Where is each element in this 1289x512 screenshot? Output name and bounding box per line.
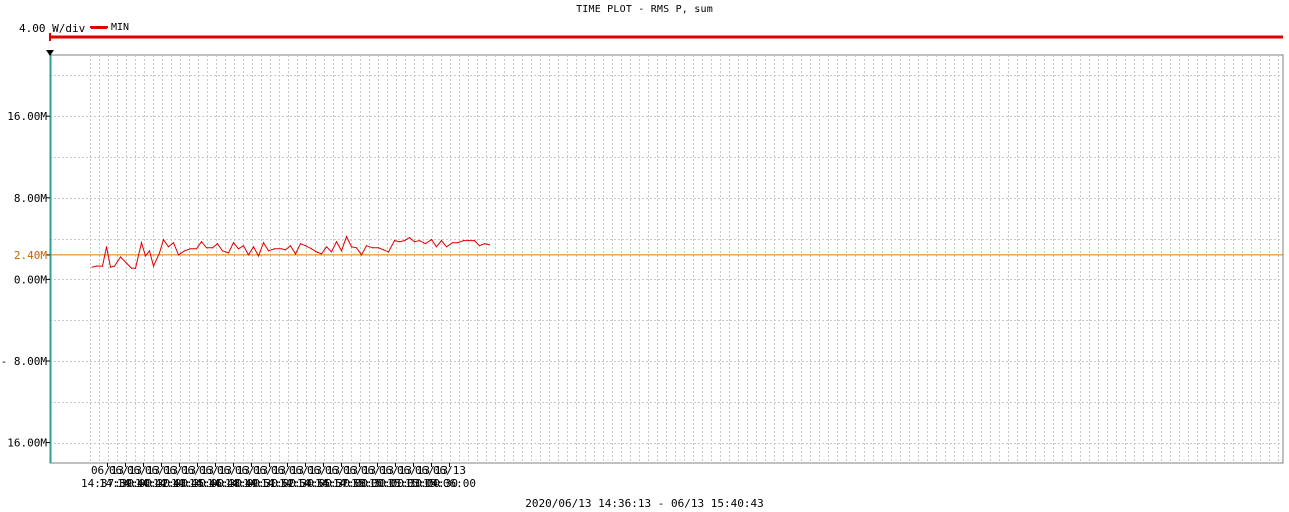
series-point	[216, 243, 219, 245]
series-point	[430, 239, 433, 241]
series-point	[445, 246, 448, 248]
series-point	[304, 245, 307, 247]
series-point	[130, 267, 133, 269]
series-point	[280, 248, 283, 250]
series-point	[365, 245, 368, 247]
series-point	[284, 249, 287, 251]
series-point	[377, 247, 380, 249]
series-point	[152, 265, 155, 267]
series-point	[167, 246, 170, 248]
series-point	[91, 266, 93, 268]
series-point	[340, 250, 343, 252]
series-point	[262, 242, 265, 244]
series-point	[294, 253, 297, 255]
series-point	[109, 266, 112, 268]
series-point	[488, 244, 491, 246]
series-line-min	[91, 235, 490, 269]
series-point	[101, 265, 104, 267]
series-point	[462, 240, 465, 242]
series-point	[299, 243, 302, 245]
series-point	[355, 247, 358, 249]
series-point	[403, 240, 406, 242]
series-point	[335, 241, 338, 243]
series-point	[148, 250, 151, 252]
series-point	[119, 256, 122, 258]
series-point	[237, 248, 240, 250]
series-point	[267, 250, 270, 252]
series-point	[221, 250, 224, 252]
series-point	[247, 254, 250, 256]
y-tick-label: 8.00M	[14, 192, 47, 205]
series-point	[113, 265, 116, 267]
series-point	[360, 254, 363, 256]
series-point	[200, 241, 203, 243]
series-point	[177, 254, 180, 256]
series-point	[95, 265, 98, 267]
series-point	[232, 242, 235, 244]
series-point	[195, 248, 198, 250]
series-point	[387, 251, 390, 253]
series-point	[424, 243, 427, 245]
series-point	[211, 247, 214, 249]
series-point	[350, 246, 353, 248]
series-point	[320, 253, 323, 255]
series-point	[134, 267, 137, 269]
series-point	[345, 236, 348, 238]
plot-area[interactable]: 16.00M 8.00M 2.40M 0.00M - 8.00M - 16.00M 06/…	[0, 0, 1289, 512]
series-point	[257, 255, 260, 257]
series-point	[456, 242, 459, 244]
series-point	[451, 242, 454, 244]
series-point	[310, 248, 313, 250]
y-tick-label: - 8.00M	[1, 355, 48, 368]
series-point	[467, 240, 470, 242]
series-point	[325, 246, 328, 248]
series-point	[227, 252, 230, 254]
series-point	[158, 252, 161, 254]
series-point	[435, 246, 438, 248]
series-point	[125, 262, 128, 264]
series-point	[205, 247, 208, 249]
series-point	[418, 240, 421, 242]
series-point	[382, 249, 385, 251]
series-point	[413, 241, 416, 243]
y-tick-label: 0.00M	[14, 273, 47, 286]
y-tick-label: 2.40M	[14, 249, 47, 262]
series-point	[330, 251, 333, 253]
series-point	[140, 242, 143, 244]
series-point	[242, 245, 245, 247]
series-point	[289, 245, 292, 247]
series-point	[273, 248, 276, 250]
time-plot-window: TIME PLOT - RMS P, sum 4.00 W/div MIN 16…	[0, 0, 1289, 512]
series-point	[473, 240, 476, 242]
x-tick-time: 15:06:00	[423, 477, 476, 490]
y-tick-label: 16.00M	[7, 110, 47, 123]
series-point	[483, 243, 486, 245]
series-point	[172, 242, 175, 244]
series-point	[105, 246, 108, 248]
series-point	[371, 247, 374, 249]
series-point	[398, 241, 401, 243]
series-point	[144, 255, 147, 257]
series-point	[478, 245, 481, 247]
series-point	[393, 240, 396, 242]
series-point	[252, 246, 255, 248]
series-point	[189, 248, 192, 250]
series-point	[440, 240, 443, 242]
series-point	[183, 250, 186, 252]
series-point	[408, 237, 411, 239]
y-tick-label: - 16.00M	[0, 437, 47, 450]
series-point	[315, 251, 318, 253]
time-range-footer: 2020/06/13 14:36:13 - 06/13 15:40:43	[525, 497, 764, 510]
series-point	[162, 239, 165, 241]
x-tick-date: 06/13	[433, 464, 466, 477]
